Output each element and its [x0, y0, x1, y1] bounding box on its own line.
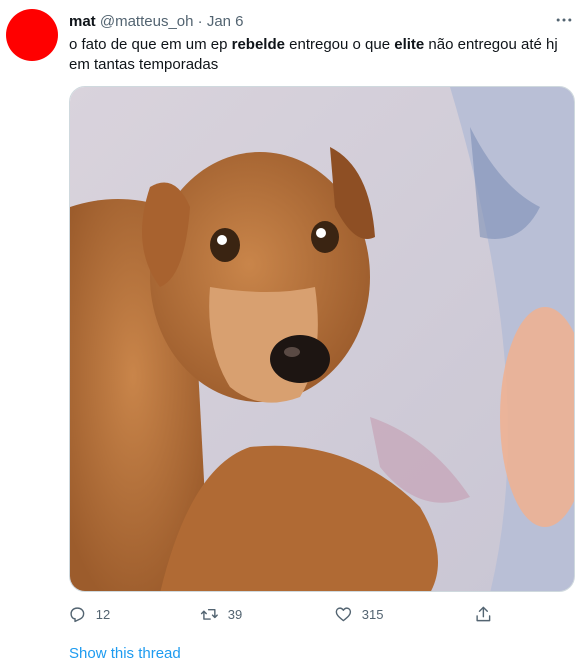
tweet-text: o fato de que em um ep rebelde entregou …: [69, 35, 574, 75]
text-bold-elite: elite: [394, 36, 425, 53]
tweet-date[interactable]: Jan 6: [207, 13, 244, 30]
reply-icon: [70, 607, 85, 622]
more-options-button[interactable]: [554, 10, 574, 30]
heart-icon: [335, 607, 352, 621]
more-icon: [556, 18, 572, 22]
share-icon: [476, 606, 491, 621]
retweet-button[interactable]: 39: [200, 602, 242, 626]
tweet-actions: 12 39 315: [60, 602, 500, 626]
text-bold-rebelde: rebelde: [231, 36, 285, 53]
reply-count: 12: [95, 606, 111, 622]
tweet-media-image[interactable]: [69, 86, 575, 592]
handle[interactable]: @matteus_oh: [100, 13, 194, 30]
display-name[interactable]: mat: [69, 13, 96, 30]
retweet-count: 39: [227, 606, 243, 622]
show-thread-link[interactable]: Show this thread: [69, 645, 181, 662]
share-button[interactable]: [474, 602, 502, 626]
like-count: 315: [361, 606, 384, 622]
separator: ·: [197, 13, 203, 30]
avatar[interactable]: [6, 9, 58, 61]
reply-button[interactable]: 12: [68, 602, 110, 626]
dog-photo: [70, 87, 574, 591]
text-part-1: o fato de que em um ep: [69, 36, 232, 53]
retweet-icon: [200, 608, 218, 620]
tweet-header: mat @matteus_oh · Jan 6: [69, 12, 244, 32]
text-part-3: entregou o que: [284, 36, 395, 53]
like-button[interactable]: 315: [334, 602, 383, 626]
